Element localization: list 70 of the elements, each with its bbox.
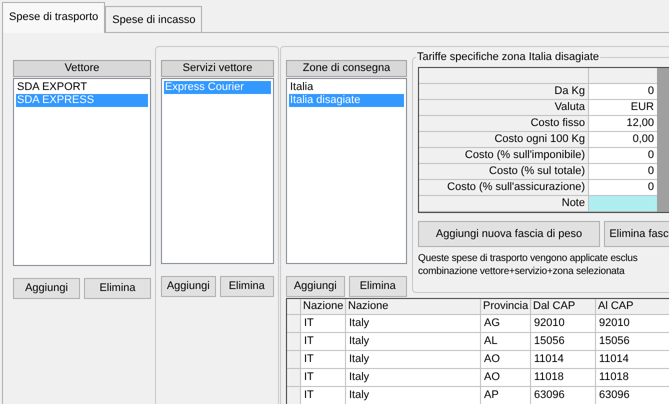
list-header: Servizi vettore (161, 60, 274, 77)
table-cell: 92010 (531, 315, 596, 333)
row-label: Costo (% sul totale) (419, 164, 589, 180)
row-label: Costo (% sull'assicurazione) (419, 180, 589, 196)
table-cell: IT (301, 351, 346, 369)
column-header (589, 68, 657, 84)
value-cell[interactable] (589, 196, 657, 212)
action-button[interactable]: Aggiungi (161, 276, 216, 297)
action-button[interactable]: Aggiungi (286, 276, 344, 297)
row-label: Costo (% sull'imponibile) (419, 148, 589, 164)
row-label: Note (419, 196, 589, 212)
table-cell: 11014 (596, 351, 669, 369)
group-title: Tariffe specifiche zona Italia disagiate (416, 50, 600, 64)
table-cell: AL (481, 333, 531, 351)
row-header-cell[interactable] (287, 369, 301, 387)
action-button[interactable]: Elimina (220, 276, 274, 297)
table-cell: Italy (346, 333, 481, 351)
table-cell: 11018 (531, 369, 596, 387)
row-label: Valuta (419, 100, 589, 116)
action-button[interactable]: Elimina fasc (604, 221, 669, 247)
table-cell: 63096 (596, 387, 669, 404)
table-cell: 11018 (596, 369, 669, 387)
table-cell: AP (481, 387, 531, 404)
value-cell[interactable]: 0,00 (589, 132, 657, 148)
action-button[interactable]: Elimina (84, 278, 151, 299)
column-header[interactable]: Al CAP (596, 299, 669, 315)
table-cell: Italy (346, 369, 481, 387)
value-cell[interactable]: 12,00 (589, 116, 657, 132)
row-header-cell[interactable] (287, 333, 301, 351)
table-cell: IT (301, 333, 346, 351)
table-cell: AO (481, 369, 531, 387)
action-button[interactable]: Aggiungi nuova fascia di peso (418, 221, 600, 247)
table-cell: 92010 (596, 315, 669, 333)
column-header[interactable]: Provincia (481, 299, 531, 315)
table-cell: 11014 (531, 351, 596, 369)
column-header[interactable]: Nazione (346, 299, 481, 315)
table-cell: Italy (346, 315, 481, 333)
list-header: Vettore (13, 60, 151, 77)
table-cell: IT (301, 387, 346, 404)
row-header-cell[interactable] (287, 387, 301, 404)
row-label: Costo ogni 100 Kg (419, 132, 589, 148)
info-text: Queste spese di trasporto vengono applicate esclus (418, 252, 638, 265)
action-button[interactable]: Elimina (348, 276, 407, 297)
row-label: Costo fisso (419, 116, 589, 132)
value-cell[interactable]: EUR (589, 100, 657, 116)
row-header-cell[interactable] (287, 315, 301, 333)
row-label: Da Kg (419, 84, 589, 100)
table-cell: IT (301, 369, 346, 387)
table-cell: 15056 (596, 333, 669, 351)
row-header-cell[interactable] (287, 351, 301, 369)
column-header[interactable]: Dal CAP (531, 299, 596, 315)
value-cell[interactable]: 0 (589, 148, 657, 164)
list-item[interactable]: Italia (289, 81, 404, 94)
table-cell: Italy (346, 387, 481, 404)
table-cell: 63096 (531, 387, 596, 404)
tab[interactable]: Spese di incasso (105, 6, 202, 33)
table-cell: AO (481, 351, 531, 369)
value-cell[interactable]: 0 (589, 84, 657, 100)
tab[interactable]: Spese di trasporto (2, 2, 106, 33)
table-cell: 15056 (531, 333, 596, 351)
value-cell[interactable]: 0 (589, 164, 657, 180)
list-item[interactable]: SDA EXPORT (16, 81, 148, 94)
table-cell: Italy (346, 351, 481, 369)
column-header[interactable]: Nazione (301, 299, 346, 315)
table-cell: AG (481, 315, 531, 333)
info-text: combinazione vettore+servizio+zona selezionata (418, 265, 624, 278)
value-cell[interactable]: 0 (589, 180, 657, 196)
table-cell: IT (301, 315, 346, 333)
list-header: Zone di consegna (286, 60, 407, 77)
action-button[interactable]: Aggiungi (13, 278, 80, 299)
